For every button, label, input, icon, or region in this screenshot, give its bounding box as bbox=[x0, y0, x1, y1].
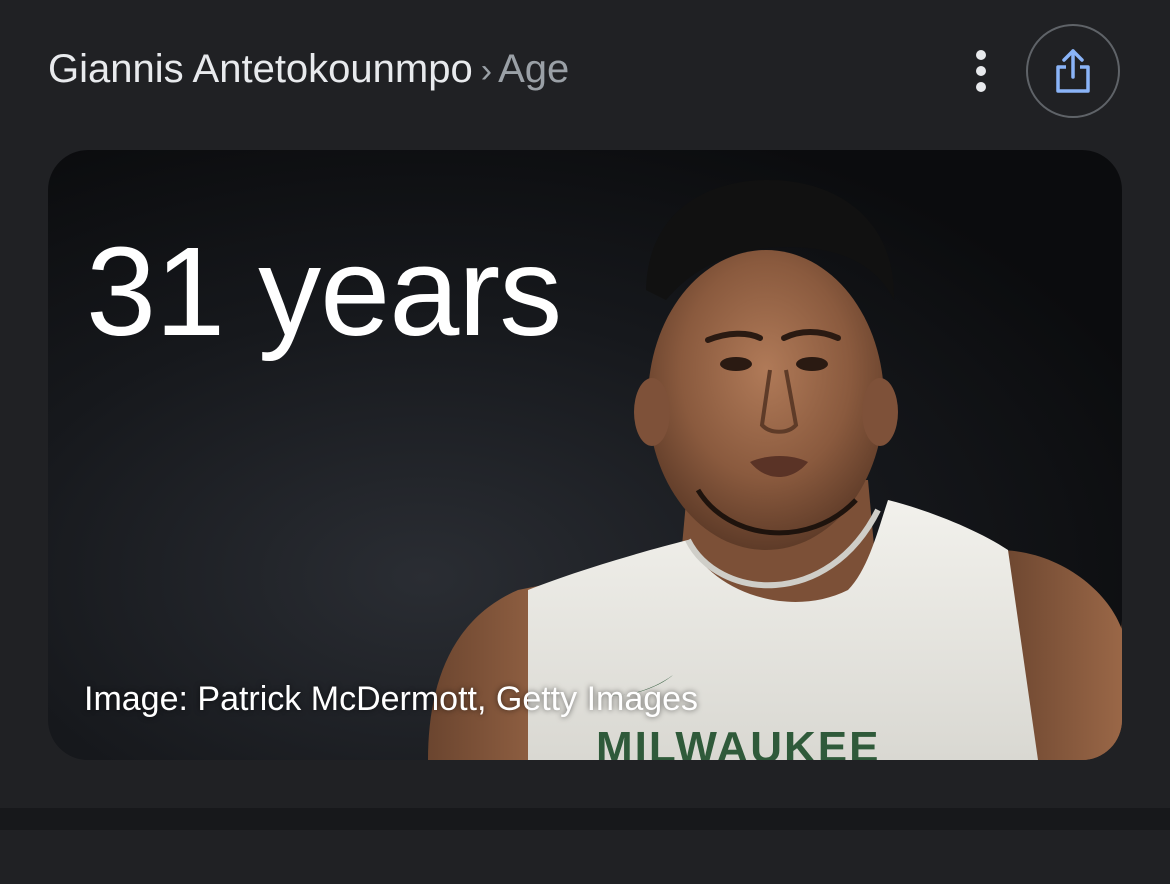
breadcrumb: Giannis Antetokounmpo › Age bbox=[48, 44, 569, 96]
share-icon bbox=[1056, 49, 1090, 93]
header-bar: Giannis Antetokounmpo › Age bbox=[0, 0, 1170, 140]
image-credit: Image: Patrick McDermott, Getty Images bbox=[84, 680, 699, 718]
share-button[interactable] bbox=[1026, 24, 1120, 118]
jersey-lettering: MILWAUKEE bbox=[596, 723, 880, 760]
next-section bbox=[0, 830, 1170, 884]
section-divider bbox=[0, 808, 1170, 830]
breadcrumb-parent[interactable]: Giannis Antetokounmpo bbox=[48, 47, 473, 91]
more-options-button[interactable] bbox=[958, 46, 1004, 96]
breadcrumb-current: Age bbox=[498, 47, 570, 91]
breadcrumb-separator: › bbox=[480, 52, 493, 90]
age-value: 31 years bbox=[86, 221, 562, 362]
search-result-page: Giannis Antetokounmpo › Age MILWAUKEE 31… bbox=[0, 0, 1170, 884]
age-answer-card[interactable]: MILWAUKEE 31 years Image: Patrick McDerm… bbox=[48, 150, 1122, 760]
more-vert-icon bbox=[976, 50, 986, 92]
